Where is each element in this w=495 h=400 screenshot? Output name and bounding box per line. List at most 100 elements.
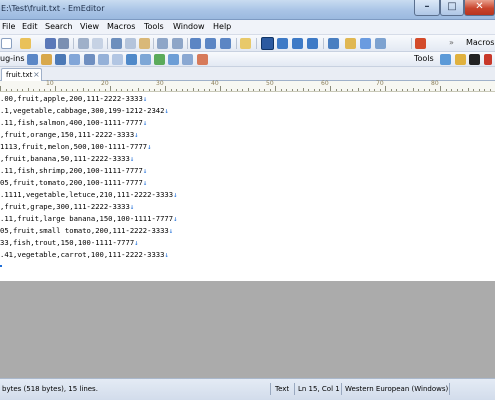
ruler-tick [154, 89, 155, 91]
ruler-number: 50 [266, 80, 274, 87]
ruler-tick [242, 89, 243, 91]
print-preview-icon[interactable] [92, 38, 103, 49]
paste-icon[interactable] [139, 38, 150, 49]
plugin-clipboard-icon[interactable] [182, 54, 193, 65]
ruler-tick [462, 89, 463, 91]
wrap-by-page-icon[interactable] [307, 38, 318, 49]
plugin-character-code-icon[interactable] [168, 54, 179, 65]
tool-web-icon[interactable] [440, 54, 451, 65]
plugin-open-documents-icon[interactable] [154, 54, 165, 65]
ruler-tick [132, 89, 133, 91]
ruler-tick [203, 89, 205, 91]
open-folder-icon[interactable] [20, 38, 31, 49]
menu-file[interactable]: File [2, 22, 15, 31]
maximize-button[interactable]: □ [440, 0, 464, 16]
wrap-by-window-icon[interactable] [292, 38, 303, 49]
redo-icon[interactable] [172, 38, 183, 49]
save-all-icon[interactable] [58, 38, 69, 49]
editor-line: .11,fish,salmon,400,100-1111-7777↓ [0, 117, 147, 129]
highlight-icon[interactable] [240, 38, 251, 49]
font-icon[interactable] [360, 38, 371, 49]
ruler-tick [110, 86, 111, 91]
toolbar-separator [73, 38, 74, 49]
menu-edit[interactable]: Edit [22, 22, 38, 31]
plugin-web-preview-icon[interactable] [140, 54, 151, 65]
plugin-word-count-icon[interactable] [98, 54, 109, 65]
editor-line: .11,fish,shrimp,200,100-1111-7777↓ [0, 165, 147, 177]
ruler-tick [407, 89, 408, 91]
toolbar-separator [236, 38, 237, 49]
print-icon[interactable] [78, 38, 89, 49]
plugin-snippets-icon[interactable] [69, 54, 80, 65]
ruler-tick [269, 89, 271, 91]
ruler-tick [82, 88, 84, 91]
editor-line: 33,fish,trout,150,100-1111-7777↓ [0, 237, 138, 249]
menu-macros[interactable]: Macros [107, 22, 135, 31]
cut-icon[interactable] [111, 38, 122, 49]
editor-line: 05,fruit,small tomato,200,111-2222-3333↓ [0, 225, 173, 237]
plugin-run-icon[interactable] [197, 54, 208, 65]
menu-search[interactable]: Search [45, 22, 72, 31]
close-button[interactable]: ✕ [464, 0, 495, 16]
line-text: .1,vegetable,cabbage,300,199-1212-2342 [0, 106, 165, 115]
end-of-line-icon: ↓ [129, 202, 135, 211]
text-caret [0, 265, 2, 267]
plugin-spell-check-icon[interactable] [112, 54, 123, 65]
stop-macro-icon[interactable] [415, 38, 426, 49]
undo-icon[interactable] [157, 38, 168, 49]
line-text: 05,fruit,tomato,200,100-1111-7777 [0, 178, 143, 187]
menu-view[interactable]: View [80, 22, 99, 31]
editor-line: 1113,fruit,melon,500,100-1111-7777↓ [0, 141, 151, 153]
plugin-outline-icon[interactable] [84, 54, 95, 65]
toolbar-separator [323, 38, 324, 49]
ruler-tick [341, 89, 342, 91]
properties-icon[interactable] [375, 38, 386, 49]
minimize-button[interactable]: – [414, 0, 440, 16]
plugin-projects-icon[interactable] [27, 54, 38, 65]
end-of-line-icon: ↓ [142, 94, 148, 103]
plugin-html-bar-icon[interactable] [126, 54, 137, 65]
wrap-none-icon[interactable] [261, 37, 274, 50]
tool-extra-icon[interactable] [484, 54, 492, 65]
ruler-tick [181, 89, 183, 91]
plugin-find-bar-icon[interactable] [55, 54, 66, 65]
tab-fruit-txt[interactable]: fruit.txt × [1, 68, 42, 81]
ruler-tick [308, 89, 309, 91]
ruler-tick [220, 86, 221, 91]
line-text: ,fruit,orange,150,111-2222-3333 [0, 130, 135, 139]
find-next-icon[interactable] [205, 38, 216, 49]
menu-window[interactable]: Window [173, 22, 205, 31]
line-text: .11,fish,shrimp,200,100-1111-7777 [0, 166, 143, 175]
menu-tools[interactable]: Tools [144, 22, 164, 31]
overflow-chevron-icon[interactable]: » [449, 38, 455, 49]
tool-command-prompt-icon[interactable] [469, 54, 480, 65]
ruler-tick [143, 89, 144, 91]
ruler-number: 30 [156, 80, 164, 87]
plugin-explorer-icon[interactable] [41, 54, 52, 65]
ruler-tick [451, 89, 452, 91]
ruler-tick [88, 89, 89, 91]
menu-help[interactable]: Help [213, 22, 231, 31]
tab-close-icon[interactable]: × [33, 70, 40, 79]
ruler-tick [77, 89, 78, 91]
customize-icon[interactable] [345, 38, 356, 49]
ruler-tick [319, 89, 320, 91]
find-previous-icon[interactable] [220, 38, 231, 49]
ruler-tick [214, 89, 216, 91]
copy-icon[interactable] [125, 38, 136, 49]
status-encoding[interactable]: Western European (Windows) [345, 385, 448, 393]
find-icon[interactable] [190, 38, 201, 49]
toolbar-separator [256, 38, 257, 49]
end-of-line-icon: ↓ [164, 106, 169, 115]
text-editor[interactable]: .00,fruit,apple,200,111-2222-3333↓ .1,veg… [0, 92, 495, 281]
configuration-icon[interactable] [328, 38, 339, 49]
save-icon[interactable] [45, 38, 56, 49]
ruler-tick [302, 88, 304, 91]
ruler-tick [363, 89, 364, 91]
ruler-tick [5, 89, 7, 91]
tool-folder-icon[interactable] [455, 54, 466, 65]
ruler-tick [412, 88, 414, 91]
wrap-by-chars-icon[interactable] [277, 38, 288, 49]
editor-line: ,fruit,orange,150,111-2222-3333↓ [0, 129, 138, 141]
new-file-icon[interactable] [1, 38, 12, 49]
